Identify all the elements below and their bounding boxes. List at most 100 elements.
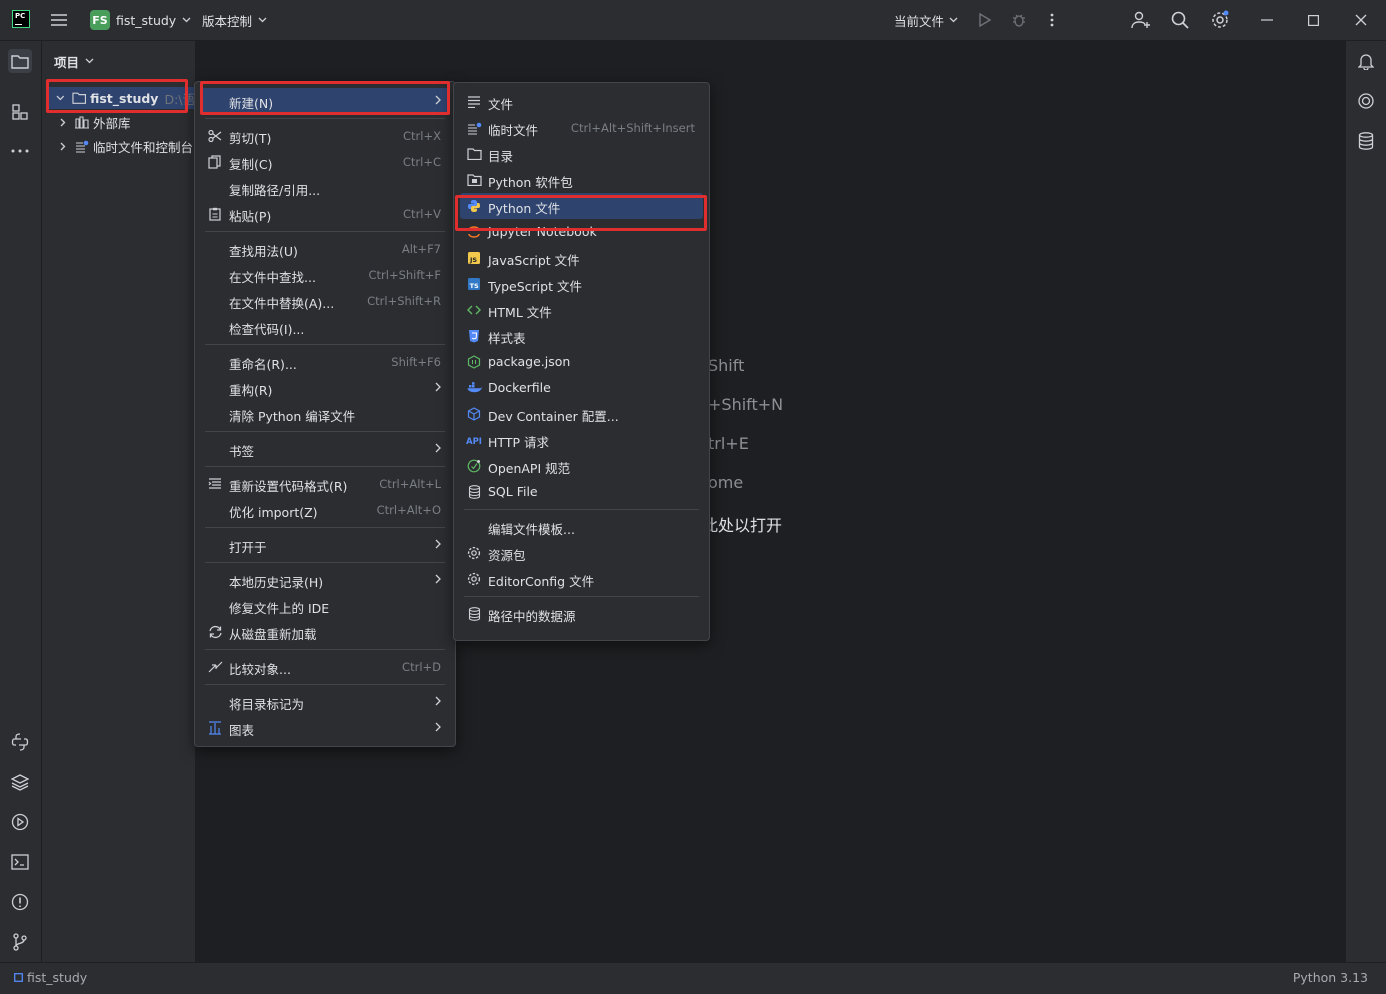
submenu-item-2[interactable]: 目录 xyxy=(460,141,703,167)
submenu-item-python[interactable]: Python 文件 xyxy=(460,193,703,219)
submenu-item-dockerfile[interactable]: Dockerfile xyxy=(460,375,703,401)
debug-button[interactable] xyxy=(1011,0,1027,40)
status-interpreter[interactable]: Python 3.13 xyxy=(1293,970,1368,985)
main-menu-button[interactable] xyxy=(50,0,68,40)
menu-item-label: SQL File xyxy=(488,484,538,499)
css-icon xyxy=(466,328,482,344)
submenu-item-typescript[interactable]: TS TypeScript 文件 xyxy=(460,271,703,297)
menu-item-h[interactable]: 本地历史记录(H) xyxy=(201,567,449,593)
python-console-button[interactable] xyxy=(8,730,32,754)
chevron-down-icon xyxy=(182,17,191,23)
ai-spiral-icon xyxy=(1358,93,1374,109)
services-button[interactable] xyxy=(8,810,32,834)
submenu-item-17[interactable]: 编辑文件模板... xyxy=(460,514,703,540)
submenu-item-21[interactable]: 路径中的数据源 xyxy=(460,601,703,627)
minimize-icon xyxy=(1261,19,1273,21)
problems-button[interactable] xyxy=(8,890,32,914)
chevron-right-icon xyxy=(60,118,66,126)
submenu-item-python[interactable]: Python 软件包 xyxy=(460,167,703,193)
menu-item-t[interactable]: 剪切(T) Ctrl+X xyxy=(201,123,449,149)
svg-text:JS: JS xyxy=(469,256,477,264)
menu-item-label: 临时文件 xyxy=(488,123,539,138)
project-tool-button[interactable] xyxy=(8,49,32,73)
menu-item-label: 重构(R) xyxy=(229,383,273,398)
menu-item-4[interactable]: 复制路径/引用... xyxy=(201,175,449,201)
menu-item-label: 重命名(R)... xyxy=(229,357,297,372)
menu-item-ide[interactable]: 修复文件上的 IDE xyxy=(201,593,449,619)
submenu-item-0[interactable]: 文件 xyxy=(460,89,703,115)
editor-hint: ome xyxy=(708,473,744,492)
submenu-item-html[interactable]: HTML 文件 xyxy=(460,297,703,323)
vcs-menu[interactable]: 版本控制 xyxy=(202,0,267,40)
maximize-button[interactable] xyxy=(1308,0,1319,40)
svg-text:TS: TS xyxy=(470,282,479,290)
notifications-button[interactable] xyxy=(1354,49,1378,73)
ai-assistant-button[interactable] xyxy=(1354,89,1378,113)
submenu-item-javascript[interactable]: JS JavaScript 文件 xyxy=(460,245,703,271)
settings-button[interactable] xyxy=(1210,0,1230,40)
menu-item-label: TypeScript 文件 xyxy=(488,279,582,294)
maximize-icon xyxy=(1308,14,1319,26)
menu-item-25[interactable]: 从磁盘重新加载 xyxy=(201,619,449,645)
submenu-item-jupyter-notebook[interactable]: Jupyter Notebook xyxy=(460,219,703,245)
structure-tool-button[interactable] xyxy=(8,100,32,124)
chevron-down-icon xyxy=(949,17,958,23)
tree-item-external-libraries[interactable]: 外部库 xyxy=(42,111,131,133)
menu-item-30[interactable]: 图表 xyxy=(201,715,449,741)
search-everywhere-button[interactable] xyxy=(1171,0,1189,40)
typescript-icon: TS xyxy=(466,276,482,292)
more-actions-button[interactable] xyxy=(1050,0,1054,40)
menu-item-label: 书签 xyxy=(229,444,255,459)
menu-item-27[interactable]: 比较对象... Ctrl+D xyxy=(201,654,449,680)
git-button[interactable] xyxy=(8,930,32,954)
submenu-item-9[interactable]: 样式表 xyxy=(460,323,703,349)
submenu-item-openapi[interactable]: OpenAPI 规范 xyxy=(460,453,703,479)
more-tools-button[interactable] xyxy=(8,139,32,163)
menu-item-label: 重新设置代码格式(R) xyxy=(229,479,348,494)
project-switcher[interactable]: FS fist_study xyxy=(90,0,191,40)
submenu-item-18[interactable]: 资源包 xyxy=(460,540,703,566)
status-project-breadcrumb[interactable]: fist_study xyxy=(14,970,87,985)
menu-item-r[interactable]: 重新设置代码格式(R) Ctrl+Alt+L xyxy=(201,471,449,497)
menu-item-8[interactable]: 在文件中查找... Ctrl+Shift+F xyxy=(201,262,449,288)
submenu-item-package-json[interactable]: package.json xyxy=(460,349,703,375)
folder-icon xyxy=(466,146,482,162)
terminal-button[interactable] xyxy=(8,850,32,874)
database-icon xyxy=(466,606,482,622)
submenu-item-sql-file[interactable]: SQL File xyxy=(460,479,703,505)
tree-item-scratches[interactable]: 临时文件和控制台 xyxy=(42,135,193,157)
status-project-name: fist_study xyxy=(27,970,88,985)
menu-item-16[interactable]: 书签 xyxy=(201,436,449,462)
menu-item-import-z[interactable]: 优化 import(Z) Ctrl+Alt+O xyxy=(201,497,449,523)
run-button[interactable] xyxy=(978,0,992,40)
menu-item-a[interactable]: 在文件中替换(A)... Ctrl+Shift+R xyxy=(201,288,449,314)
minimize-button[interactable] xyxy=(1261,0,1273,40)
submenu-item-http[interactable]: API HTTP 请求 xyxy=(460,427,703,453)
menu-item-label: 比较对象... xyxy=(229,662,291,677)
submenu-item-1[interactable]: 临时文件 Ctrl+Alt+Shift+Insert xyxy=(460,115,703,141)
menu-item-r[interactable]: 重命名(R)... Shift+F6 xyxy=(201,349,449,375)
run-config-selector[interactable]: 当前文件 xyxy=(894,0,958,40)
menu-item-label: EditorConfig 文件 xyxy=(488,574,595,589)
submenu-item-editorconfig[interactable]: EditorConfig 文件 xyxy=(460,566,703,592)
tree-item-project-root[interactable]: fist_study D:\语 xyxy=(46,87,195,109)
menu-item-n[interactable]: 新建(N) xyxy=(201,88,449,114)
menu-item-shortcut: Shift+F6 xyxy=(391,355,441,369)
project-panel-header[interactable]: 项目 xyxy=(54,51,94,71)
pycharm-logo-icon[interactable]: PC xyxy=(12,10,30,28)
submenu-item-dev-container[interactable]: Dev Container 配置... xyxy=(460,401,703,427)
menu-item-p[interactable]: 粘贴(P) Ctrl+V xyxy=(201,201,449,227)
menu-item-u[interactable]: 查找用法(U) Alt+F7 xyxy=(201,236,449,262)
menu-item-i[interactable]: 检查代码(I)... xyxy=(201,314,449,340)
menu-item-21[interactable]: 打开于 xyxy=(201,532,449,558)
python-packages-button[interactable] xyxy=(8,770,32,794)
services-icon xyxy=(11,813,29,831)
menu-item-r[interactable]: 重构(R) xyxy=(201,375,449,401)
menu-item-python[interactable]: 清除 Python 编译文件 xyxy=(201,401,449,427)
database-tool-button[interactable] xyxy=(1354,129,1378,153)
menu-item-label: 复制(C) xyxy=(229,157,273,172)
menu-item-29[interactable]: 将目录标记为 xyxy=(201,689,449,715)
close-button[interactable] xyxy=(1355,0,1367,40)
menu-item-c[interactable]: 复制(C) Ctrl+C xyxy=(201,149,449,175)
code-with-me-button[interactable] xyxy=(1131,0,1151,40)
